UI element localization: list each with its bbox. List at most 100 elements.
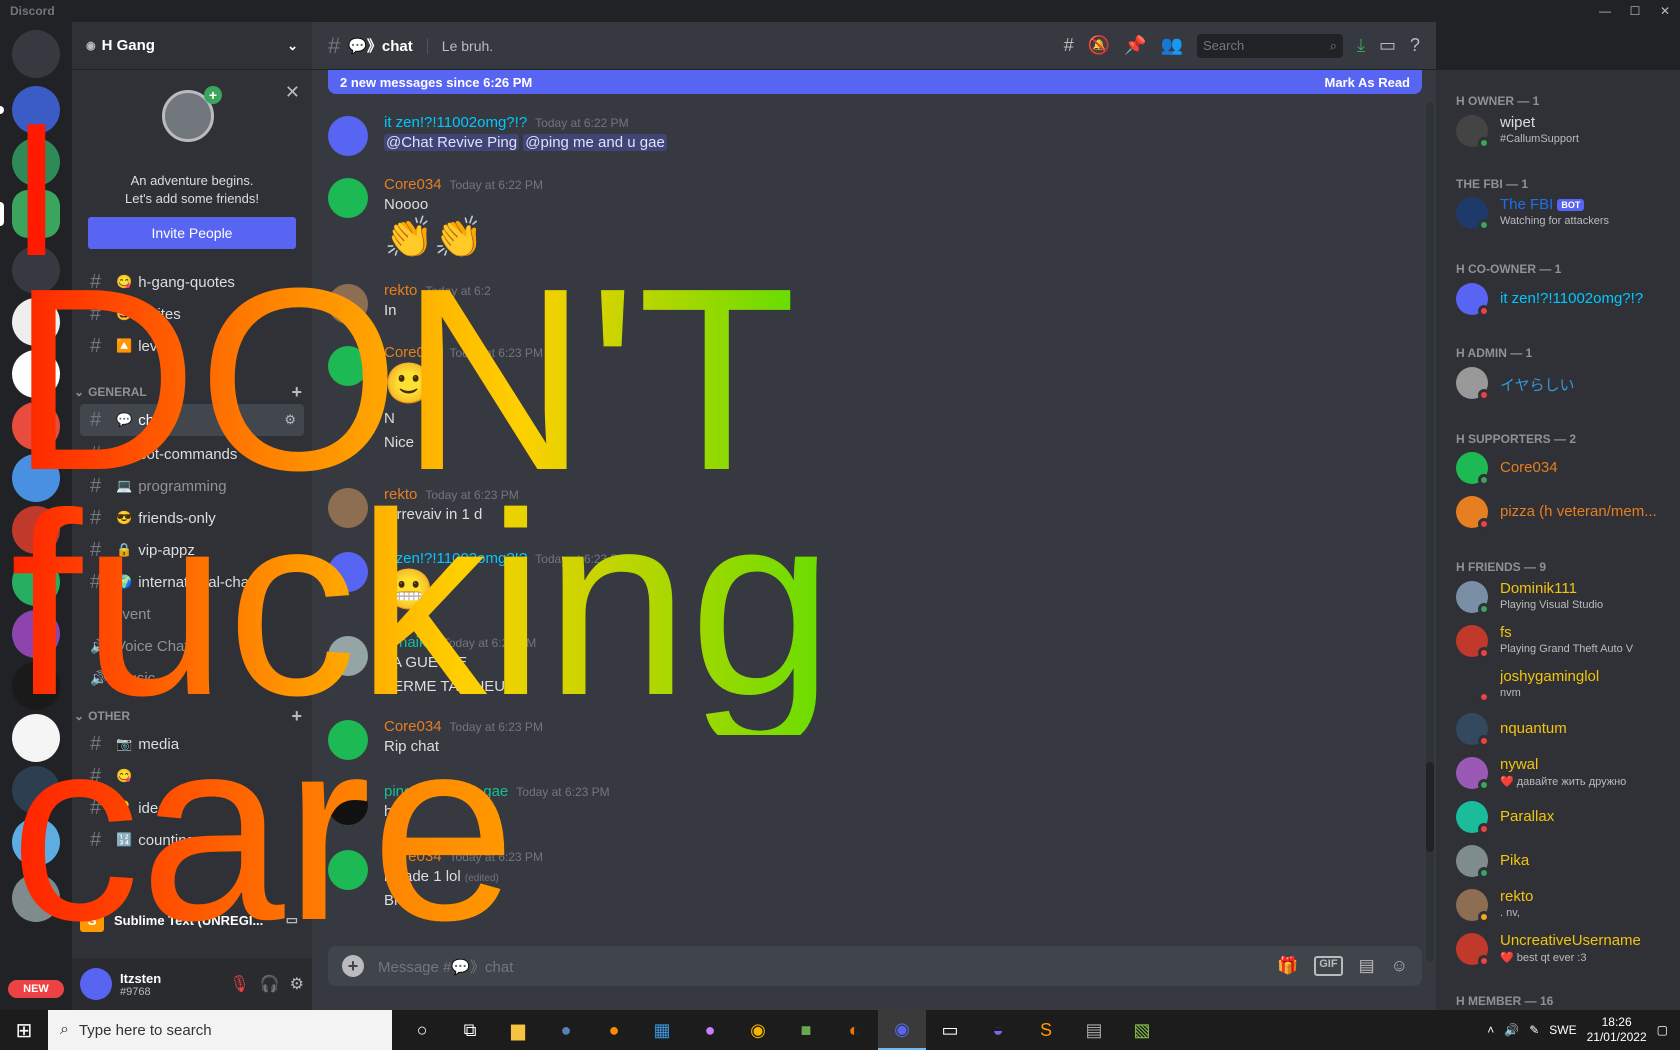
home-button[interactable] [12,30,60,78]
store-icon[interactable]: ▦ [638,1010,686,1050]
channel-item[interactable]: event [80,598,304,630]
pin-icon[interactable]: 📌 [1124,35,1146,56]
server-icon[interactable] [12,402,60,450]
channel-item[interactable]: # 🤖 bot-commands [80,438,304,470]
close-icon[interactable]: ✕ [1650,0,1680,22]
mark-as-read-button[interactable]: Mark As Read [1325,75,1411,90]
server-icon[interactable] [12,298,60,346]
author-name[interactable]: it zen!?!11002omg?!? [384,114,527,131]
channel-item[interactable]: # 💻 programming [80,470,304,502]
server-icon[interactable] [12,714,60,762]
member-item[interactable]: The FBI BOT Watching for attackers [1456,192,1680,234]
channel-item[interactable]: # 🌍 international-chat [80,566,304,598]
channel-item-active[interactable]: # 💬 chat ⚙ [80,404,304,436]
server-icon[interactable] [12,454,60,502]
channel-item[interactable]: # 😃 invites [80,298,304,330]
channel-item[interactable]: # 🔒 vip-appz [80,534,304,566]
add-channel-icon[interactable]: + [291,706,302,727]
add-channel-icon[interactable]: + [291,382,302,403]
app-icon[interactable]: ▤ [1070,1010,1118,1050]
member-item[interactable]: wipet #CallumSupport [1456,110,1680,152]
member-list-icon[interactable]: 👥 [1161,35,1183,56]
server-icon[interactable] [12,350,60,398]
app-icon[interactable]: ● [686,1010,734,1050]
member-item[interactable]: UncreativeUsername ❤️ best qt ever :3 [1456,928,1680,970]
terminal-icon[interactable]: ▭ [926,1010,974,1050]
chevron-up-icon[interactable]: ˄ [1487,1023,1494,1037]
language-indicator[interactable]: SWE [1549,1023,1576,1037]
taskbar-search-input[interactable]: ⌕ Type here to search [48,1010,392,1050]
avatar[interactable] [328,720,368,760]
server-icon[interactable] [12,610,60,658]
role-mention[interactable]: @Chat Revive Ping [384,134,520,151]
avatar[interactable] [328,346,368,386]
channel-item[interactable]: # 🔢 counting [80,824,304,856]
member-item[interactable]: イヤらしい [1456,362,1680,404]
task-view-icon[interactable]: ⧉ [446,1010,494,1050]
author-name[interactable]: ping me and u gae [384,783,508,800]
member-item[interactable]: rekto . nv, [1456,884,1680,926]
avatar[interactable] [328,116,368,156]
activity-stream-bar[interactable]: S Sublime Text (UNREGI... ▭ [72,902,312,938]
server-icon[interactable] [12,818,60,866]
avatar[interactable] [328,488,368,528]
close-icon[interactable]: ✕ [285,82,300,103]
pen-icon[interactable]: ✎ [1529,1023,1539,1037]
server-icon[interactable] [12,246,60,294]
member-item[interactable]: Pika [1456,840,1680,882]
new-messages-banner[interactable]: 2 new messages since 6:26 PM Mark As Rea… [328,70,1422,94]
avatar[interactable] [328,636,368,676]
server-icon[interactable] [12,86,60,134]
channel-item[interactable]: # 📷 media [80,728,304,760]
category-other[interactable]: ⌄ OTHER + [74,706,302,726]
server-icon[interactable] [12,506,60,554]
emoji-picker-icon[interactable]: ☺ [1391,956,1408,976]
sticker-icon[interactable]: ▤ [1359,956,1375,976]
avatar[interactable] [328,284,368,324]
author-name[interactable]: rekto [384,486,417,503]
threads-icon[interactable]: # [1064,35,1074,56]
sublime-text-icon[interactable]: S [1022,1010,1070,1050]
scroll-thumb[interactable] [1426,762,1434,852]
member-item[interactable]: Core034 [1456,447,1680,489]
role-mention[interactable]: @ping me and u gae [523,134,667,151]
guild-header[interactable]: ◉ H Gang ⌄ [72,22,312,70]
server-icon[interactable] [12,138,60,186]
windows-start-icon[interactable]: ⊞ [0,1010,48,1050]
server-icon[interactable] [12,874,60,922]
gif-icon[interactable]: GIF [1314,956,1343,976]
avatar[interactable] [328,785,368,825]
member-item[interactable]: nquantum [1456,708,1680,750]
member-item[interactable]: nywal ❤️ давайте жить дружно [1456,752,1680,794]
minecraft-icon[interactable]: ■ [782,1010,830,1050]
invite-people-button[interactable]: Invite People [88,217,296,249]
new-badge[interactable]: NEW [6,978,66,1000]
avatar[interactable] [328,552,368,592]
server-icon-active[interactable] [12,190,60,238]
channel-item[interactable]: # 💡 ideas [80,792,304,824]
member-item[interactable]: it zen!?!11002omg?!? [1456,278,1680,320]
author-name[interactable]: it zen!?!11002omg?!? [384,550,527,567]
blender-icon[interactable]: ◐ [830,1010,878,1050]
author-name[interactable]: Core034 [384,176,442,193]
channel-settings-icon[interactable]: ⚙ [284,412,296,428]
channel-topic[interactable]: Le bruh. [426,37,493,54]
discord-taskbar-icon[interactable]: ◉ [878,1010,926,1050]
avatar[interactable] [80,968,112,1000]
avatar[interactable] [328,178,368,218]
author-name[interactable]: Arnaika [384,634,435,651]
member-item[interactable]: Dominik111 Playing Visual Studio [1456,576,1680,618]
gift-icon[interactable]: 🎁 [1277,956,1298,976]
server-icon[interactable] [12,766,60,814]
maximize-icon[interactable]: ☐ [1620,0,1650,22]
minimize-icon[interactable]: — [1590,0,1620,22]
notifications-icon[interactable]: ▢ [1657,1023,1668,1037]
download-icon[interactable]: ⤓ [1357,35,1365,56]
member-item[interactable]: joshygaminglol nvm [1456,664,1680,706]
volume-icon[interactable]: 🔊 [1504,1023,1519,1037]
author-name[interactable]: rekto [384,282,417,299]
channel-item[interactable]: # 😎 friends-only [80,502,304,534]
member-item[interactable]: Parallax [1456,796,1680,838]
attach-plus-icon[interactable]: + [342,955,364,977]
member-item[interactable]: pizza (h veteran/mem... [1456,491,1680,533]
